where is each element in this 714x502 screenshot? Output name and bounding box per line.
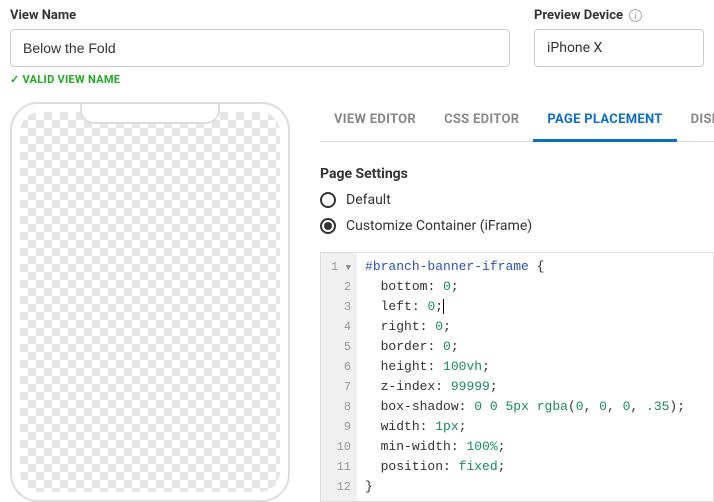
info-icon[interactable]: i [629, 9, 642, 22]
gutter-line: 11 [331, 457, 351, 477]
code-body[interactable]: #branch-banner-iframe { bottom: 0; left:… [357, 253, 693, 501]
right-panel: VIEW EDITOR CSS EDITOR PAGE PLACEMENT DI… [320, 102, 714, 502]
code-line[interactable]: right: 0; [365, 317, 685, 337]
phone-preview [10, 102, 290, 502]
code-line[interactable]: position: fixed; [365, 457, 685, 477]
radio-customize-circle [320, 218, 336, 234]
tab-dismissal[interactable]: DISM [677, 102, 714, 141]
preview-device-field-group: Preview Device i iPhone X [534, 8, 704, 86]
tab-css-editor[interactable]: CSS EDITOR [430, 102, 533, 141]
radio-customize-label: Customize Container (iFrame) [346, 218, 532, 234]
gutter-line: 7 [331, 377, 351, 397]
code-gutter: 1 ▼23456789101112 [321, 253, 357, 501]
gutter-line: 10 [331, 437, 351, 457]
radio-default-label: Default [346, 192, 391, 208]
view-name-field-group: View Name VALID VIEW NAME [10, 8, 510, 86]
gutter-line: 2 [331, 277, 351, 297]
gutter-line: 1 ▼ [331, 257, 351, 277]
view-name-input[interactable] [10, 29, 510, 67]
gutter-line: 5 [331, 337, 351, 357]
code-line[interactable]: min-width: 100%; [365, 437, 685, 457]
gutter-line: 3 [331, 297, 351, 317]
code-line[interactable]: #branch-banner-iframe { [365, 257, 685, 277]
code-line[interactable]: height: 100vh; [365, 357, 685, 377]
view-name-label: View Name [10, 8, 510, 23]
radio-default-circle [320, 192, 336, 208]
gutter-line: 9 [331, 417, 351, 437]
code-line[interactable]: bottom: 0; [365, 277, 685, 297]
tab-view-editor[interactable]: VIEW EDITOR [320, 102, 430, 141]
code-editor[interactable]: 1 ▼23456789101112 #branch-banner-iframe … [320, 252, 714, 502]
page-settings-heading: Page Settings [320, 166, 714, 182]
phone-notch [80, 104, 220, 124]
gutter-line: 4 [331, 317, 351, 337]
code-line[interactable]: } [365, 477, 685, 497]
gutter-line: 8 [331, 397, 351, 417]
view-name-validation: VALID VIEW NAME [10, 73, 510, 86]
preview-device-value: iPhone X [547, 40, 602, 56]
code-line[interactable]: left: 0; [365, 297, 685, 317]
phone-frame [10, 102, 290, 502]
preview-device-select[interactable]: iPhone X [534, 29, 704, 67]
tab-page-placement[interactable]: PAGE PLACEMENT [533, 102, 676, 142]
phone-screen[interactable] [20, 112, 280, 492]
code-line[interactable]: box-shadow: 0 0 5px rgba(0, 0, 0, .35); [365, 397, 685, 417]
gutter-line: 6 [331, 357, 351, 377]
preview-device-label: Preview Device i [534, 8, 704, 23]
radio-default[interactable]: Default [320, 192, 714, 208]
gutter-line: 12 [331, 477, 351, 497]
tabs: VIEW EDITOR CSS EDITOR PAGE PLACEMENT DI… [320, 102, 714, 142]
preview-device-label-text: Preview Device [534, 8, 623, 23]
code-line[interactable]: border: 0; [365, 337, 685, 357]
code-line[interactable]: width: 1px; [365, 417, 685, 437]
code-line[interactable]: z-index: 99999; [365, 377, 685, 397]
radio-customize[interactable]: Customize Container (iFrame) [320, 218, 714, 234]
